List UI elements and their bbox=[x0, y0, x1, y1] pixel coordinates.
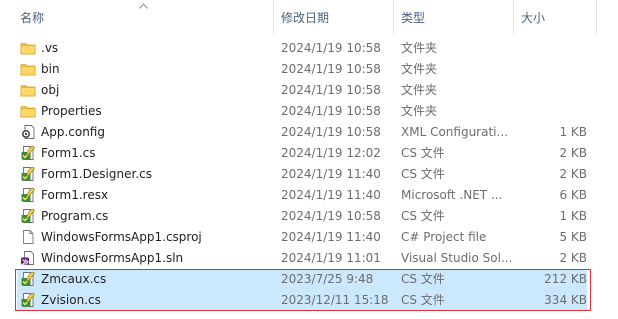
file-row[interactable]: Properties 2024/1/19 10:58 文件夹 bbox=[0, 101, 618, 122]
file-type: Microsoft .NET ... bbox=[401, 188, 503, 202]
file-size: 212 KB bbox=[544, 272, 587, 286]
file-type: C# Project file bbox=[401, 230, 487, 244]
file-date-modified: 2024/1/19 10:58 bbox=[281, 83, 381, 97]
sln-file-icon bbox=[20, 250, 36, 266]
file-name: Zvision.cs bbox=[41, 293, 101, 307]
file-row[interactable]: Program.cs 2024/1/19 10:58 CS 文件 1 KB bbox=[0, 206, 618, 227]
resx-file-icon bbox=[20, 187, 36, 203]
file-row[interactable]: obj 2024/1/19 10:58 文件夹 bbox=[0, 80, 618, 101]
file-date-modified: 2024/1/19 10:58 bbox=[281, 209, 381, 223]
column-type[interactable]: 类型 bbox=[401, 0, 425, 35]
file-size: 1 KB bbox=[559, 209, 587, 223]
file-date-modified: 2024/1/19 10:58 bbox=[281, 41, 381, 55]
file-name: App.config bbox=[41, 125, 105, 139]
file-date-modified: 2024/1/19 10:58 bbox=[281, 125, 381, 139]
file-row[interactable]: WindowsFormsApp1.sln 2024/1/19 11:01 Visua… bbox=[0, 248, 618, 269]
file-type: 文件夹 bbox=[401, 41, 438, 55]
folder-icon bbox=[20, 40, 36, 56]
file-size: 2 KB bbox=[559, 167, 587, 181]
file-name: WindowsFormsApp1.sln bbox=[41, 251, 184, 265]
cs-file-icon bbox=[20, 145, 36, 161]
file-date-modified: 2023/12/11 15:18 bbox=[281, 293, 389, 307]
file-date-modified: 2024/1/19 11:40 bbox=[281, 167, 381, 181]
file-size: 2 KB bbox=[559, 251, 587, 265]
column-name[interactable]: 名称 bbox=[20, 0, 44, 35]
cs-file-icon bbox=[20, 271, 36, 287]
file-row[interactable]: Zvision.cs 2023/12/11 15:18 CS 文件 334 KB bbox=[0, 290, 618, 311]
file-row[interactable]: Zmcaux.cs 2023/7/25 9:48 CS 文件 212 KB bbox=[0, 269, 618, 290]
file-size: 334 KB bbox=[544, 293, 587, 307]
file-row[interactable]: WindowsFormsApp1.csproj 2024/1/19 11:40 C#… bbox=[0, 227, 618, 248]
config-file-icon bbox=[20, 124, 36, 140]
file-date-modified: 2024/1/19 10:58 bbox=[281, 104, 381, 118]
file-type: Visual Studio Sol... bbox=[401, 251, 511, 265]
file-type: 文件夹 bbox=[401, 104, 438, 118]
file-date-modified: 2024/1/19 11:40 bbox=[281, 188, 381, 202]
file-row[interactable]: .vs 2024/1/19 10:58 文件夹 bbox=[0, 38, 618, 59]
file-date-modified: 2024/1/19 11:01 bbox=[281, 251, 381, 265]
column-header: 名称 修改日期 类型 大小 bbox=[0, 0, 618, 35]
file-date-modified: 2024/1/19 10:58 bbox=[281, 62, 381, 76]
file-size: 5 KB bbox=[559, 230, 587, 244]
file-type: CS 文件 bbox=[401, 272, 445, 286]
file-date-modified: 2023/7/25 9:48 bbox=[281, 272, 374, 286]
folder-icon bbox=[20, 61, 36, 77]
file-row[interactable]: App.config 2024/1/19 10:58 XML Configurati… bbox=[0, 122, 618, 143]
file-type: CS 文件 bbox=[401, 293, 445, 307]
column-divider[interactable] bbox=[596, 0, 597, 35]
column-size[interactable]: 大小 bbox=[521, 0, 545, 35]
column-divider[interactable] bbox=[273, 0, 274, 35]
file-name: Form1.cs bbox=[41, 146, 96, 160]
file-name: Properties bbox=[41, 104, 102, 118]
file-name: WindowsFormsApp1.csproj bbox=[41, 230, 202, 244]
folder-icon bbox=[20, 103, 36, 119]
cs-file-icon bbox=[20, 292, 36, 308]
file-name: obj bbox=[41, 83, 60, 97]
file-row[interactable]: bin 2024/1/19 10:58 文件夹 bbox=[0, 59, 618, 80]
column-date-modified[interactable]: 修改日期 bbox=[281, 0, 329, 35]
file-row[interactable]: Form1.Designer.cs 2024/1/19 11:40 CS 文件 2 K… bbox=[0, 164, 618, 185]
file-type: CS 文件 bbox=[401, 146, 445, 160]
file-name: Zmcaux.cs bbox=[41, 272, 107, 286]
file-name: Form1.resx bbox=[41, 188, 109, 202]
file-type: CS 文件 bbox=[401, 167, 445, 181]
file-size: 2 KB bbox=[559, 146, 587, 160]
blank-file-icon bbox=[20, 229, 36, 245]
folder-icon bbox=[20, 82, 36, 98]
file-date-modified: 2024/1/19 12:02 bbox=[281, 146, 381, 160]
file-list: .vs 2024/1/19 10:58 文件夹 bin 2024/1/19 10:58 文… bbox=[0, 38, 618, 311]
cs-file-icon bbox=[20, 208, 36, 224]
file-name: Form1.Designer.cs bbox=[41, 167, 152, 181]
file-name: Program.cs bbox=[41, 209, 109, 223]
file-name: .vs bbox=[41, 41, 59, 55]
sort-ascending-icon[interactable] bbox=[139, 3, 148, 9]
file-type: XML Configurati... bbox=[401, 125, 508, 139]
file-row[interactable]: Form1.cs 2024/1/19 12:02 CS 文件 2 KB bbox=[0, 143, 618, 164]
file-date-modified: 2024/1/19 11:40 bbox=[281, 230, 381, 244]
file-row[interactable]: Form1.resx 2024/1/19 11:40 Microsoft .NET … bbox=[0, 185, 618, 206]
file-type: 文件夹 bbox=[401, 83, 438, 97]
column-divider[interactable] bbox=[513, 0, 514, 35]
file-name: bin bbox=[41, 62, 60, 76]
file-size: 1 KB bbox=[559, 125, 587, 139]
file-type: 文件夹 bbox=[401, 62, 438, 76]
column-divider[interactable] bbox=[393, 0, 394, 35]
file-size: 6 KB bbox=[559, 188, 587, 202]
file-type: CS 文件 bbox=[401, 209, 445, 223]
cs-file-icon bbox=[20, 166, 36, 182]
